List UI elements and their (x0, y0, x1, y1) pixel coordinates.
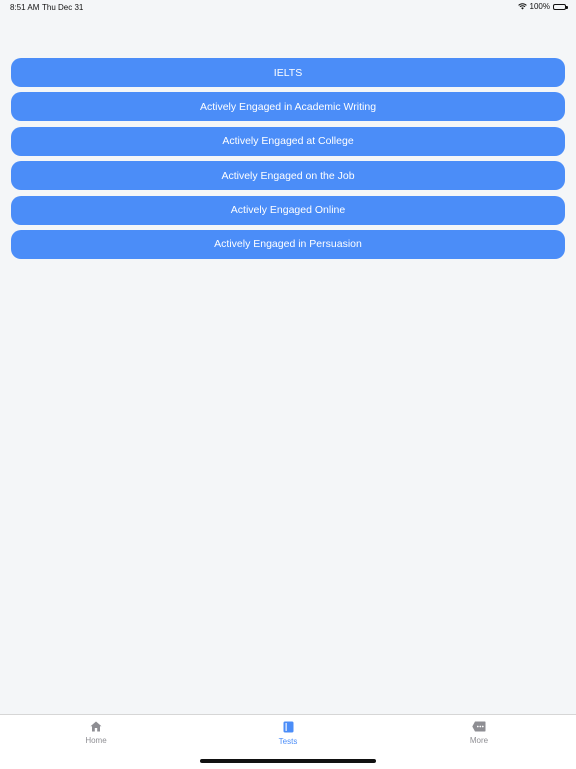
battery-percent: 100% (529, 2, 550, 11)
home-icon (90, 721, 102, 732)
status-indicators: 100% (517, 2, 568, 11)
test-button-label: Actively Engaged on the Job (221, 169, 355, 182)
test-button-label: Actively Engaged Online (230, 204, 346, 217)
book-icon (283, 721, 293, 733)
wifi-icon (517, 3, 527, 10)
tab-more[interactable]: More (419, 721, 539, 745)
tab-label: More (469, 736, 489, 745)
test-button-label: Actively Engaged in Persuasion (214, 238, 362, 251)
tab-home[interactable]: Home (36, 721, 156, 745)
test-button-label: Actively Engaged in Academic Writing (199, 100, 377, 113)
tab-tests[interactable]: Tests (228, 721, 348, 746)
status-date: Thu Dec 31 (42, 3, 84, 12)
battery-icon (553, 3, 568, 10)
test-button-persuasion[interactable]: Actively Engaged in Persuasion (11, 229, 565, 259)
tab-label: Tests (278, 737, 298, 746)
test-button-ielts[interactable]: IELTS (11, 58, 565, 87)
test-button-online[interactable]: Actively Engaged Online (11, 195, 565, 225)
status-time: 8:51 AM (10, 3, 40, 12)
tab-label: Home (85, 736, 107, 745)
test-button-label: IELTS (273, 66, 303, 79)
test-button-college[interactable]: Actively Engaged at College (11, 126, 565, 156)
more-icon (472, 721, 486, 732)
tests-list: IELTS Actively Engaged in Academic Writi… (11, 58, 565, 264)
home-indicator (200, 759, 376, 763)
status-bar: 8:51 AM Thu Dec 31 100% (0, 0, 576, 16)
test-button-label: Actively Engaged at College (222, 135, 354, 148)
test-button-job[interactable]: Actively Engaged on the Job (11, 161, 565, 191)
test-button-academic-writing[interactable]: Actively Engaged in Academic Writing (11, 92, 565, 122)
